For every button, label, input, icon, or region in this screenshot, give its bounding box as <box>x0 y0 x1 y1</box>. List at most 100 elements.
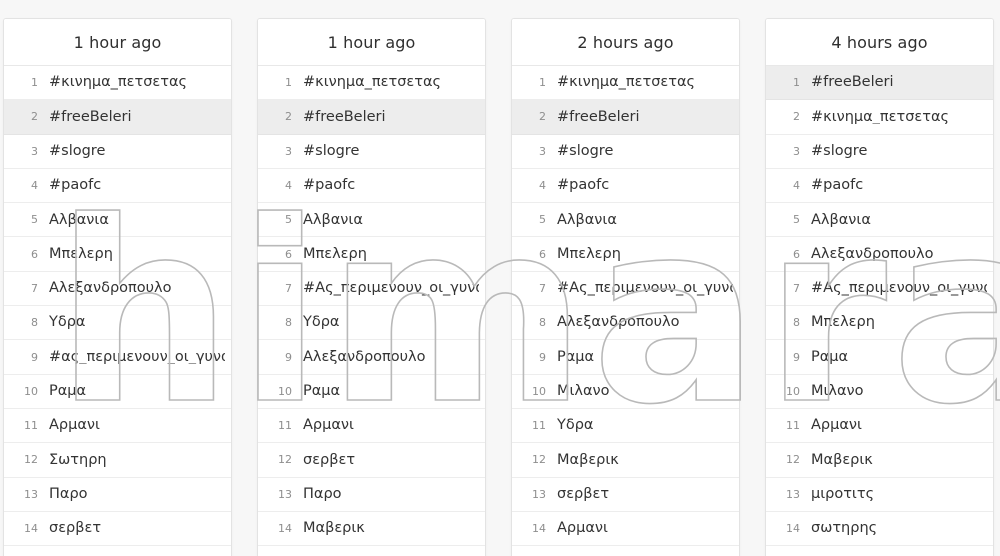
trend-list-item[interactable]: 7 #Ας_περιμενουν_οι_γυνα... <box>512 271 739 307</box>
trend-list-item[interactable]: 7 #Ας_περιμενουν_οι_γυνα... <box>258 271 485 307</box>
trend-term[interactable]: Υδρα <box>49 315 225 330</box>
trend-term[interactable]: Ραμα <box>49 384 225 399</box>
trend-list-item[interactable]: 1 #freeBeleri <box>766 66 993 101</box>
trend-list-item[interactable]: 15Μιλανο <box>4 546 231 556</box>
trend-term[interactable]: #Ας_περιμενουν_οι_γυνα... <box>557 281 733 296</box>
trend-list-item[interactable]: 10 Μιλανο <box>766 374 993 409</box>
trend-list-item[interactable]: 11 Υδρα <box>512 408 739 444</box>
trend-list-item[interactable]: 12 σερβετ <box>258 443 485 478</box>
trend-list-item[interactable]: 5 Αλβανια <box>766 203 993 238</box>
trend-term[interactable]: Ραμα <box>811 350 987 365</box>
trend-term[interactable]: Παρο <box>303 487 479 502</box>
trend-list-item[interactable]: 9 Αλεξανδροπουλο <box>258 340 485 375</box>
trend-list-item[interactable]: 9 Ραμα <box>766 340 993 375</box>
trend-list-item[interactable]: 13 μιροτιτς <box>766 477 993 512</box>
trend-term[interactable]: #paofc <box>303 178 479 193</box>
trend-list-item[interactable]: 12 Σωτηρη <box>4 443 231 478</box>
trend-list-item[interactable]: 3 #slogre <box>4 134 231 169</box>
trend-list-item[interactable]: 2 #κινημα_πετσετας <box>766 100 993 135</box>
trend-list-item[interactable]: 4 #paofc <box>4 168 231 204</box>
trend-list-item[interactable]: 13 Παρο <box>258 477 485 512</box>
trend-list-item[interactable]: 11 Αρμανι <box>766 408 993 444</box>
trend-list-item[interactable]: 14 Μαβερικ <box>258 511 485 547</box>
trend-term[interactable]: Υδρα <box>557 418 733 433</box>
trend-list-item[interactable]: 10 Ραμα <box>4 374 231 409</box>
trend-list-item[interactable]: 6 Αλεξανδροπουλο <box>766 237 993 272</box>
trend-term[interactable]: Αρμανι <box>49 418 225 433</box>
trend-list-item[interactable]: 1 #κινημα_πετσετας <box>4 66 231 101</box>
trend-list-item[interactable]: 5 Αλβανια <box>512 203 739 238</box>
trend-term[interactable]: Αρμανι <box>303 418 479 433</box>
trend-list-item[interactable]: 3 #slogre <box>512 134 739 169</box>
trend-term[interactable]: #slogre <box>303 144 479 159</box>
trend-list-item[interactable]: 6 Μπελερη <box>258 237 485 272</box>
trend-term[interactable]: σερβετ <box>49 521 225 536</box>
trend-list-item[interactable]: 12 Μαβερικ <box>512 443 739 478</box>
trend-term[interactable]: Αλβανια <box>811 213 987 228</box>
trend-term[interactable]: σερβετ <box>557 487 733 502</box>
trend-term[interactable]: #freeBeleri <box>811 75 987 90</box>
trend-term[interactable]: #slogre <box>49 144 225 159</box>
trend-term[interactable]: Μιλανο <box>557 384 733 399</box>
trend-list-item[interactable]: 3 #slogre <box>766 134 993 169</box>
trend-list-item[interactable]: 9 #ας_περιμενουν_οι_γυνα... <box>4 340 231 375</box>
trend-term[interactable]: #κινημα_πετσετας <box>303 75 479 90</box>
trend-list-item[interactable]: 5 Αλβανια <box>4 203 231 238</box>
trend-list-item[interactable]: 14 σωτηρης <box>766 511 993 547</box>
trend-list-item[interactable]: 11 Αρμανι <box>4 408 231 444</box>
trend-term[interactable]: Αλεξανδροπουλο <box>557 315 733 330</box>
trend-list-item[interactable]: 15Παρο <box>512 546 739 556</box>
trend-term[interactable]: #paofc <box>557 178 733 193</box>
trend-list-item[interactable]: 11 Αρμανι <box>258 408 485 444</box>
trend-list-item[interactable]: 4 #paofc <box>512 168 739 204</box>
trend-term[interactable]: Αλβανια <box>557 213 733 228</box>
trend-term[interactable]: #κινημα_πετσετας <box>811 110 987 125</box>
trend-term[interactable]: σερβετ <box>303 453 479 468</box>
trend-term[interactable]: #Ας_περιμενουν_οι_γυνα... <box>303 281 479 296</box>
trend-list-item[interactable]: 4 #paofc <box>766 168 993 204</box>
trend-list-item[interactable]: 2 #freeBeleri <box>512 100 739 135</box>
trend-term[interactable]: Αρμανι <box>811 418 987 433</box>
trend-term[interactable]: #κινημα_πετσετας <box>557 75 733 90</box>
trend-term[interactable]: Μαβερικ <box>303 521 479 536</box>
trend-term[interactable]: Μπελερη <box>49 247 225 262</box>
trend-list-item[interactable]: 2 #freeBeleri <box>4 100 231 135</box>
trend-term[interactable]: #slogre <box>811 144 987 159</box>
trend-term[interactable]: #paofc <box>811 178 987 193</box>
trend-list-item[interactable]: 10 Ραμα <box>258 374 485 409</box>
trend-list-item[interactable]: 10 Μιλανο <box>512 374 739 409</box>
trend-term[interactable]: Ραμα <box>303 384 479 399</box>
trend-list-item[interactable]: 6 Μπελερη <box>4 237 231 272</box>
trend-list-item[interactable]: 8 Αλεξανδροπουλο <box>512 306 739 341</box>
trend-list-item[interactable]: 9 Ραμα <box>512 340 739 375</box>
trend-term[interactable]: Μπελερη <box>303 247 479 262</box>
trend-list-item[interactable]: 3 #slogre <box>258 134 485 169</box>
trend-list-item[interactable]: 8 Υδρα <box>258 306 485 341</box>
trend-term[interactable]: Αλβανια <box>303 213 479 228</box>
trend-term[interactable]: #paofc <box>49 178 225 193</box>
trend-term[interactable]: Παρο <box>49 487 225 502</box>
trend-term[interactable]: Αρμανι <box>557 521 733 536</box>
trend-term[interactable]: #Ας_περιμενουν_οι_γυνα... <box>811 281 987 296</box>
trend-list-item[interactable]: 5 Αλβανια <box>258 203 485 238</box>
trend-list-item[interactable]: 14 Αρμανι <box>512 511 739 547</box>
trend-term[interactable]: Σωτηρη <box>49 453 225 468</box>
trend-term[interactable]: #ας_περιμενουν_οι_γυνα... <box>49 350 225 365</box>
trend-term[interactable]: σωτηρης <box>811 521 987 536</box>
trend-list-item[interactable]: 1 #κινημα_πετσετας <box>512 66 739 101</box>
trend-list-item[interactable]: 13 σερβετ <box>512 477 739 512</box>
trend-list-item[interactable]: 14 σερβετ <box>4 511 231 547</box>
trend-list-item[interactable]: 15Μιλανο <box>258 546 485 556</box>
trend-term[interactable]: Ραμα <box>557 350 733 365</box>
trend-term[interactable]: #slogre <box>557 144 733 159</box>
trend-list-item[interactable]: 12 Μαβερικ <box>766 443 993 478</box>
trend-term[interactable]: Μιλανο <box>811 384 987 399</box>
trend-term[interactable]: Αλεξανδροπουλο <box>49 281 225 296</box>
trend-term[interactable]: #freeBeleri <box>557 110 733 125</box>
trend-list-item[interactable]: 6 Μπελερη <box>512 237 739 272</box>
trend-list-item[interactable]: 4 #paofc <box>258 168 485 204</box>
trend-list-item[interactable]: 8 Μπελερη <box>766 306 993 341</box>
trend-term[interactable]: Αλεξανδροπουλο <box>303 350 479 365</box>
trend-list-item[interactable]: 7 #Ας_περιμενουν_οι_γυνα... <box>766 271 993 307</box>
trend-list-item[interactable]: 8 Υδρα <box>4 306 231 341</box>
